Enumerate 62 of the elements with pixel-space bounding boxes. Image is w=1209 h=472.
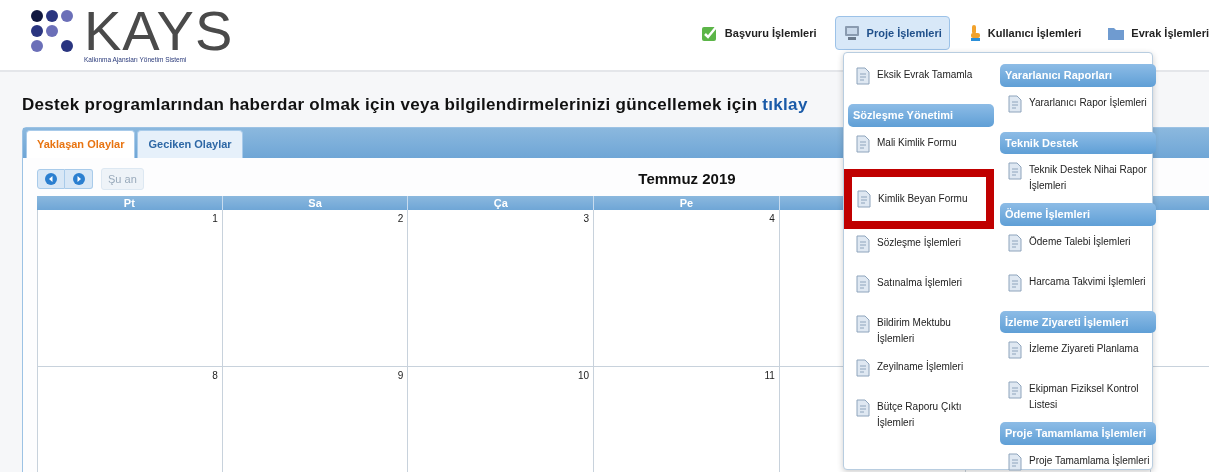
document-icon <box>1006 452 1024 471</box>
day-header: Ça <box>492 196 509 210</box>
checkbox-icon <box>700 24 719 42</box>
document-icon <box>854 134 872 153</box>
nav-item[interactable]: Evrak İşlemleri <box>1099 16 1209 50</box>
document-icon <box>854 234 872 253</box>
menu-item[interactable]: Zeyilname İşlemleri <box>848 352 994 393</box>
day-number: 9 <box>397 369 404 383</box>
document-icon <box>855 189 873 208</box>
menu-item[interactable]: Harcama Takvimi İşlemleri <box>1000 267 1156 308</box>
document-icon <box>854 398 872 417</box>
menu-item[interactable]: Ekipman Fiziksel Kontrol Listesi <box>1000 375 1156 419</box>
document-icon <box>1006 94 1024 113</box>
menu-item[interactable]: Eksik Evrak Tamamla <box>848 61 994 101</box>
menu-item[interactable]: Kimlik Beyan Formu <box>844 168 994 229</box>
headline: Destek programlarından haberdar olmak için veya bilgilendirmelerinizi güncellemek için tıklay <box>22 94 808 116</box>
logo-title: KAYS <box>84 9 234 53</box>
day-number: 1 <box>212 212 218 226</box>
menu-item[interactable]: Proje Tamamlama İşlemleri <box>1000 446 1156 472</box>
menu-item[interactable]: Teknik Destek Nihai Rapor İşlemleri <box>1000 156 1156 200</box>
day-number: 2 <box>397 212 404 226</box>
menu-section-header: Sözleşme Yönetimi <box>848 104 994 127</box>
day-number: 11 <box>764 369 775 383</box>
next-button[interactable] <box>65 168 93 189</box>
document-icon <box>1006 162 1024 180</box>
menu-item[interactable]: Satınalma İşlemleri <box>848 268 994 309</box>
menu-section-header: Teknik Destek <box>1000 131 1156 154</box>
nav-item[interactable]: Başvuru İşlemleri <box>692 16 825 50</box>
nav-item[interactable]: Kullanıcı İşlemleri <box>959 16 1090 50</box>
document-icon <box>854 67 872 85</box>
prev-button[interactable] <box>37 168 65 189</box>
tab[interactable]: Geciken Olaylar <box>137 130 243 158</box>
day-number: 4 <box>769 212 775 226</box>
document-icon <box>854 314 872 333</box>
menu-item[interactable]: Ödeme Talebi İşlemleri <box>1000 227 1156 268</box>
menu-item[interactable]: Mali Kimlik Formu <box>848 128 994 169</box>
folder-icon <box>1107 25 1126 41</box>
day-number: 8 <box>212 369 218 383</box>
document-icon <box>854 358 872 377</box>
document-icon <box>1006 341 1024 359</box>
menu-item[interactable]: Yararlanıcı Rapor İşlemleri <box>1000 88 1156 129</box>
menu-section-header: Proje Tamamlama İşlemleri <box>1000 422 1156 445</box>
menu-item[interactable]: Sözleşme İşlemleri <box>848 228 994 269</box>
menu-section-header: Ödeme İşlemleri <box>1000 203 1156 226</box>
headline-link[interactable]: tıklay <box>762 95 808 114</box>
menu-section-header: Yararlanıcı Raporları <box>1000 64 1156 87</box>
menu-section-header: İzleme Ziyareti İşlemleri <box>1000 310 1156 333</box>
menu-item[interactable]: Bütçe Raporu Çıktı İşlemleri <box>848 392 994 437</box>
document-icon <box>1006 273 1024 292</box>
day-header: Pt <box>122 196 136 210</box>
document-icon <box>1006 381 1024 399</box>
nav-item[interactable]: Proje İşlemleri <box>834 16 950 50</box>
day-header: Pe <box>678 196 695 210</box>
calendar-title: Temmuz 2019 <box>638 168 736 189</box>
day-number: 3 <box>583 212 590 226</box>
document-icon <box>854 274 872 293</box>
menu-item[interactable]: İzleme Ziyareti Planlama <box>1000 335 1156 375</box>
day-header: Sa <box>307 196 323 210</box>
document-icon <box>1006 233 1024 252</box>
menu-item[interactable]: Bildirim Mektubu İşlemleri <box>848 308 994 353</box>
computer-icon <box>842 24 861 42</box>
day-number: 10 <box>578 369 590 383</box>
